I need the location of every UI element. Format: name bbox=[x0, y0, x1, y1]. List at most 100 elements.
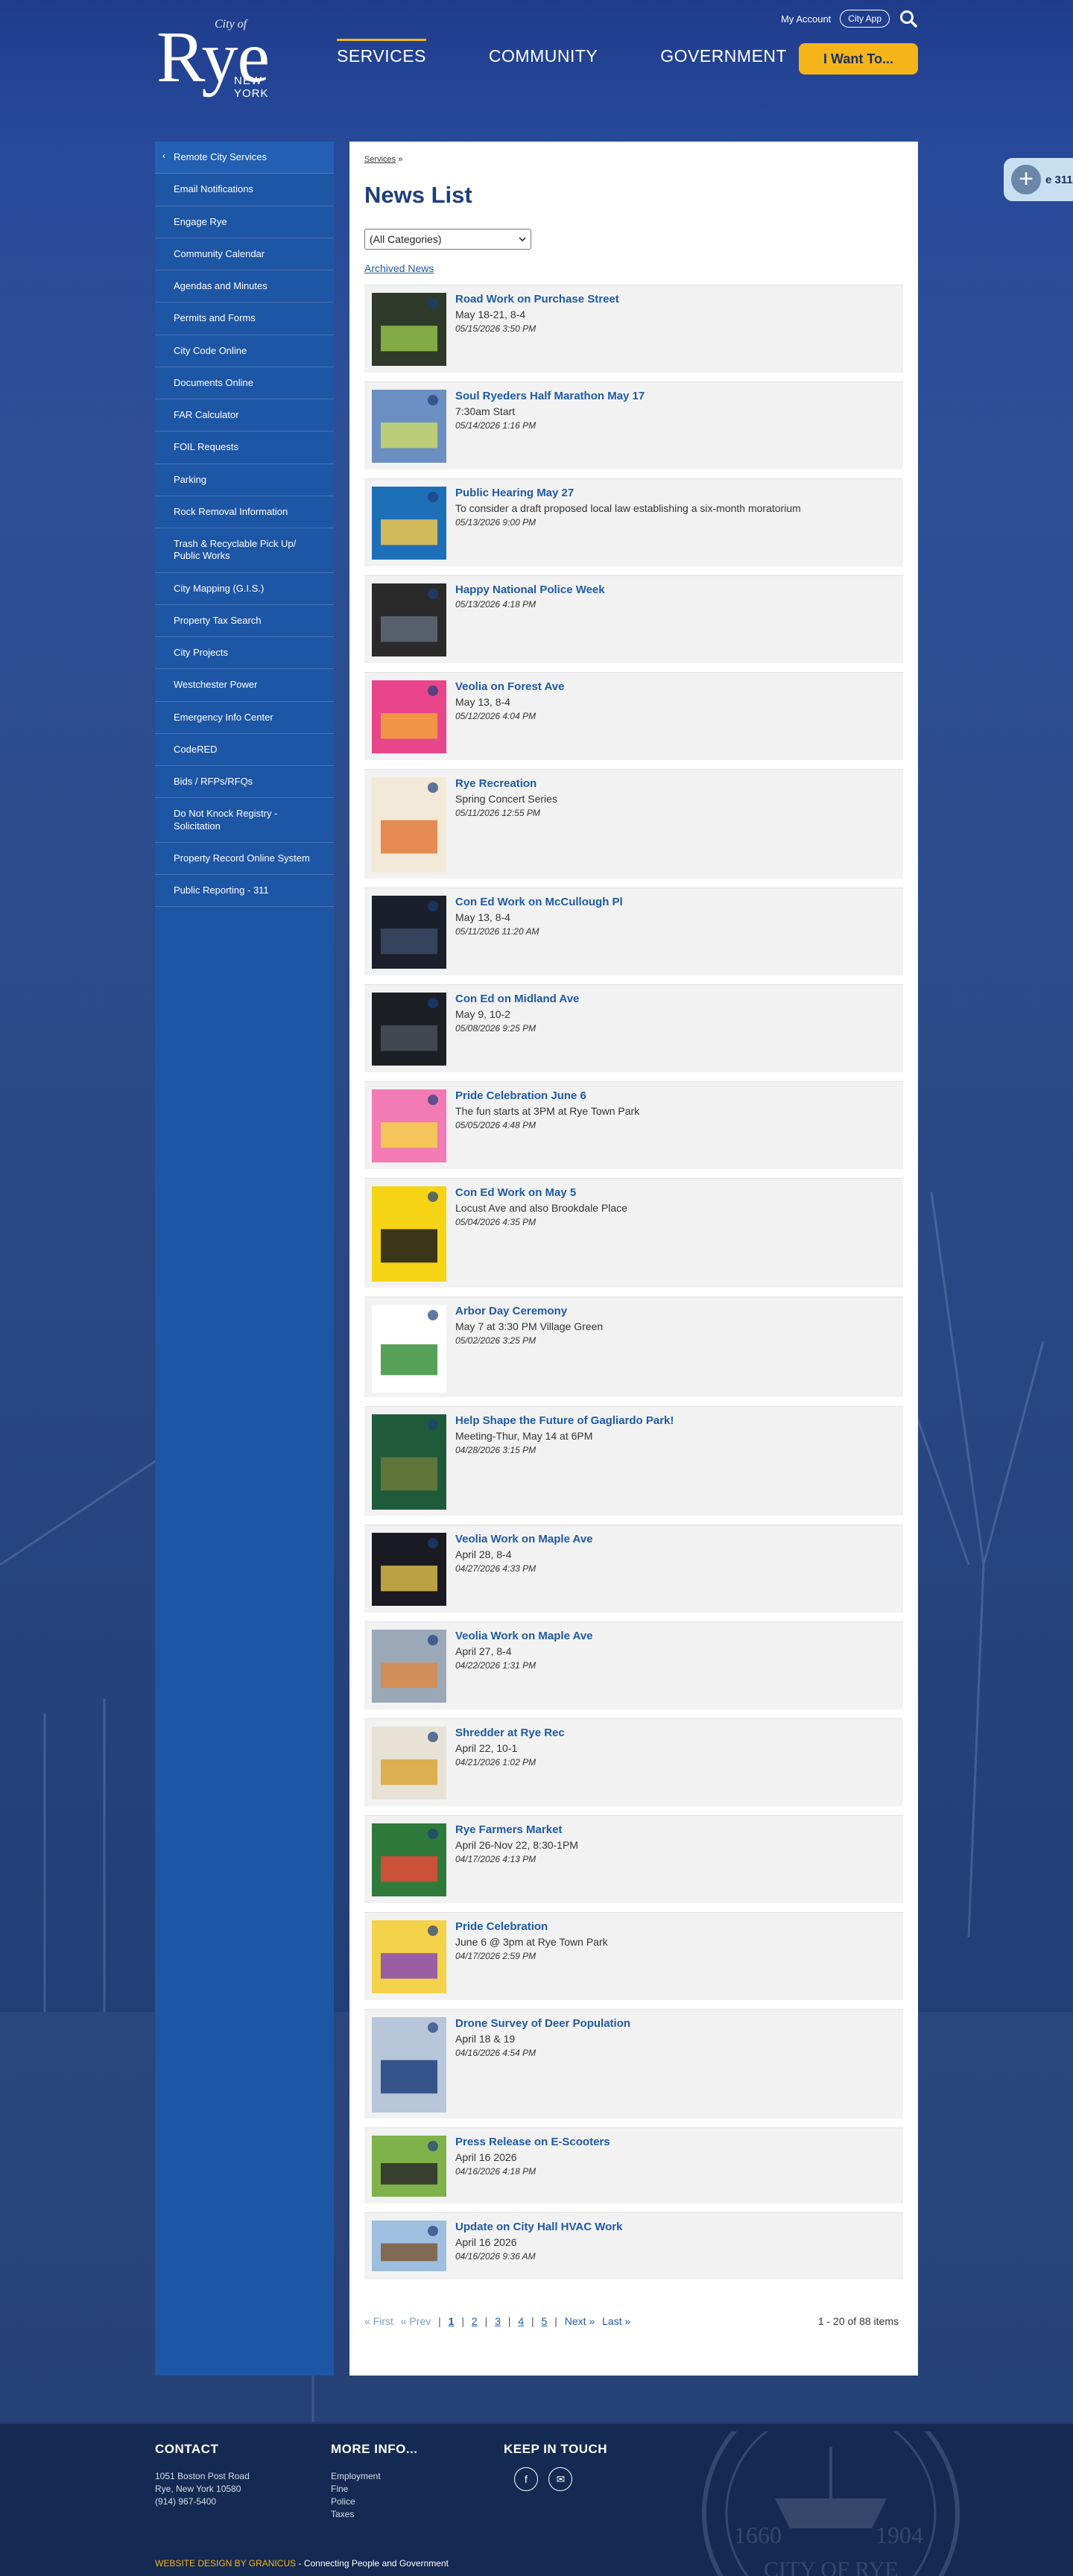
news-item[interactable]: Con Ed on Midland Ave May 9, 10-2 05/08/20… bbox=[364, 984, 903, 1072]
news-item[interactable]: Shredder at Rye Rec April 22, 10-1 04/21/2… bbox=[364, 1718, 903, 1806]
news-thumbnail[interactable] bbox=[372, 293, 446, 366]
news-item[interactable]: Veolia Work on Maple Ave April 28, 8-4 04/… bbox=[364, 1525, 903, 1613]
news-title[interactable]: Press Release on E-Scooters bbox=[455, 2136, 610, 2148]
news-thumbnail[interactable] bbox=[372, 1630, 446, 1703]
news-thumbnail[interactable] bbox=[372, 680, 446, 753]
email-icon[interactable]: ✉ bbox=[548, 2467, 573, 2491]
news-item[interactable]: Update on City Hall HVAC Work April 16 20… bbox=[364, 2212, 903, 2279]
pager-last[interactable]: Last » bbox=[602, 2315, 630, 2327]
pager-next[interactable]: Next » bbox=[565, 2315, 595, 2327]
search-icon[interactable] bbox=[899, 9, 918, 28]
sidebar-item-parking[interactable]: Parking bbox=[155, 464, 334, 496]
news-item[interactable]: Rye Farmers Market April 26-Nov 22, 8:30-… bbox=[364, 1815, 903, 1903]
sidebar-item-emergency-info[interactable]: Emergency Info Center bbox=[155, 702, 334, 734]
sidebar-item-email-notifications[interactable]: Email Notifications bbox=[155, 174, 334, 206]
news-title[interactable]: Veolia on Forest Ave bbox=[455, 680, 564, 693]
news-item[interactable]: Press Release on E-Scooters April 16 2026… bbox=[364, 2127, 903, 2203]
news-thumbnail[interactable] bbox=[372, 583, 446, 656]
pager-first[interactable]: « First bbox=[364, 2315, 393, 2327]
sidebar-item-agendas-minutes[interactable]: Agendas and Minutes bbox=[155, 270, 334, 303]
news-thumbnail[interactable] bbox=[372, 2221, 446, 2271]
pager-prev[interactable]: « Prev bbox=[401, 2315, 431, 2327]
sidebar-item-trash-recycling[interactable]: Trash & Recyclable Pick Up/ Public Works bbox=[155, 528, 334, 573]
pager-page-3[interactable]: 3 bbox=[495, 2315, 501, 2327]
sidebar-item-city-mapping[interactable]: City Mapping (G.I.S.) bbox=[155, 573, 334, 605]
sidebar-item-property-record[interactable]: Property Record Online System bbox=[155, 843, 334, 875]
category-select[interactable]: (All Categories) bbox=[364, 229, 531, 250]
news-thumbnail[interactable] bbox=[372, 2136, 446, 2197]
sidebar-item-documents[interactable]: Documents Online bbox=[155, 367, 334, 399]
news-thumbnail[interactable] bbox=[372, 993, 446, 1066]
sidebar-item-foil-requests[interactable]: FOIL Requests bbox=[155, 431, 334, 464]
footer-link-fine[interactable]: Fine bbox=[331, 2483, 418, 2496]
news-item[interactable]: Drone Survey of Deer Population April 18 … bbox=[364, 2009, 903, 2118]
news-thumbnail[interactable] bbox=[372, 1727, 446, 1800]
news-title[interactable]: Help Shape the Future of Gagliardo Park! bbox=[455, 1414, 674, 1427]
news-title[interactable]: Rye Recreation bbox=[455, 777, 536, 790]
archived-news-link[interactable]: Archived News bbox=[364, 262, 434, 274]
news-title[interactable]: Veolia Work on Maple Ave bbox=[455, 1630, 593, 1642]
sidebar-item-community-calendar[interactable]: Community Calendar bbox=[155, 238, 334, 270]
news-title[interactable]: Pride Celebration June 6 bbox=[455, 1089, 586, 1102]
news-thumbnail[interactable] bbox=[372, 487, 446, 560]
news-item[interactable]: Soul Ryeders Half Marathon May 17 7:30am … bbox=[364, 382, 903, 469]
news-item[interactable]: Con Ed Work on McCullough Pl May 13, 8-4 0… bbox=[364, 887, 903, 975]
sidebar-item-far-calculator[interactable]: FAR Calculator bbox=[155, 399, 334, 432]
pager-page-2[interactable]: 2 bbox=[472, 2315, 478, 2327]
sidebar-item-do-not-knock[interactable]: Do Not Knock Registry - Solicitation bbox=[155, 798, 334, 843]
news-title[interactable]: Update on City Hall HVAC Work bbox=[455, 2221, 622, 2233]
sidebar-item-city-projects[interactable]: City Projects bbox=[155, 637, 334, 670]
news-title[interactable]: Arbor Day Ceremony bbox=[455, 1305, 567, 1317]
news-item[interactable]: Road Work on Purchase Street May 18-21, 8… bbox=[364, 285, 903, 373]
news-item[interactable]: Con Ed Work on May 5 Locust Ave and also … bbox=[364, 1178, 903, 1288]
city-app-button[interactable]: City App bbox=[840, 10, 890, 28]
report-311-tab[interactable]: + e 311 bbox=[1004, 158, 1073, 201]
nav-government[interactable]: GOVERNMENT bbox=[660, 39, 787, 66]
sidebar-item-bids-rfps[interactable]: Bids / RFPs/RFQs bbox=[155, 766, 334, 799]
pager-page-4[interactable]: 4 bbox=[518, 2315, 524, 2327]
nav-services[interactable]: SERVICES bbox=[337, 39, 426, 66]
news-title[interactable]: Pride Celebration bbox=[455, 1920, 548, 1933]
news-thumbnail[interactable] bbox=[372, 896, 446, 969]
news-title[interactable]: Drone Survey of Deer Population bbox=[455, 2017, 630, 2030]
sidebar-item-rock-removal[interactable]: Rock Removal Information bbox=[155, 496, 334, 528]
news-title[interactable]: Public Hearing May 27 bbox=[455, 487, 574, 499]
news-thumbnail[interactable] bbox=[372, 1305, 446, 1393]
news-item[interactable]: Pride Celebration June 6 @ 3pm at Rye Tow… bbox=[364, 1912, 903, 2000]
news-item[interactable]: Happy National Police Week 05/13/2026 4:1… bbox=[364, 575, 903, 663]
footer-link-police[interactable]: Police bbox=[331, 2496, 418, 2508]
sidebar-item-property-tax[interactable]: Property Tax Search bbox=[155, 605, 334, 637]
news-thumbnail[interactable] bbox=[372, 1920, 446, 1993]
news-title[interactable]: Con Ed Work on May 5 bbox=[455, 1186, 576, 1199]
breadcrumb-services-link[interactable]: Services bbox=[364, 155, 396, 164]
news-thumbnail[interactable] bbox=[372, 1089, 446, 1162]
news-thumbnail[interactable] bbox=[372, 1186, 446, 1282]
news-thumbnail[interactable] bbox=[372, 1533, 446, 1606]
news-title[interactable]: Soul Ryeders Half Marathon May 17 bbox=[455, 390, 645, 402]
sidebar-item-permits-forms[interactable]: Permits and Forms bbox=[155, 303, 334, 335]
pager-page-1[interactable]: 1 bbox=[449, 2315, 455, 2327]
nav-community[interactable]: COMMUNITY bbox=[489, 39, 598, 66]
sidebar-item-public-reporting-311[interactable]: Public Reporting - 311 bbox=[155, 875, 334, 908]
news-thumbnail[interactable] bbox=[372, 1823, 446, 1896]
news-item[interactable]: Rye Recreation Spring Concert Series 05/11… bbox=[364, 769, 903, 879]
news-item[interactable]: Veolia on Forest Ave May 13, 8-4 05/12/202… bbox=[364, 672, 903, 760]
my-account-link[interactable]: My Account bbox=[781, 13, 831, 25]
news-item[interactable]: Pride Celebration June 6 The fun starts a… bbox=[364, 1081, 903, 1169]
news-item[interactable]: Arbor Day Ceremony May 7 at 3:30 PM Villa… bbox=[364, 1297, 903, 1397]
granicus-credit-link[interactable]: WEBSITE DESIGN BY GRANICUS bbox=[155, 2558, 296, 2569]
sidebar-item-westchester-power[interactable]: Westchester Power bbox=[155, 669, 334, 702]
news-item[interactable]: Public Hearing May 27 To consider a draft… bbox=[364, 478, 903, 566]
facebook-icon[interactable]: f bbox=[514, 2467, 538, 2491]
footer-link-taxes[interactable]: Taxes bbox=[331, 2508, 418, 2521]
news-title[interactable]: Veolia Work on Maple Ave bbox=[455, 1533, 593, 1545]
pager-page-5[interactable]: 5 bbox=[542, 2315, 548, 2327]
city-logo[interactable]: City of Rye NEW YORK bbox=[156, 16, 298, 100]
news-item[interactable]: Help Shape the Future of Gagliardo Park!… bbox=[364, 1406, 903, 1516]
news-thumbnail[interactable] bbox=[372, 1414, 446, 1510]
news-thumbnail[interactable] bbox=[372, 777, 446, 873]
news-title[interactable]: Rye Farmers Market bbox=[455, 1823, 562, 1836]
sidebar-item-city-code[interactable]: City Code Online bbox=[155, 335, 334, 367]
news-title[interactable]: Road Work on Purchase Street bbox=[455, 293, 619, 306]
sidebar-item-codered[interactable]: CodeRED bbox=[155, 734, 334, 766]
